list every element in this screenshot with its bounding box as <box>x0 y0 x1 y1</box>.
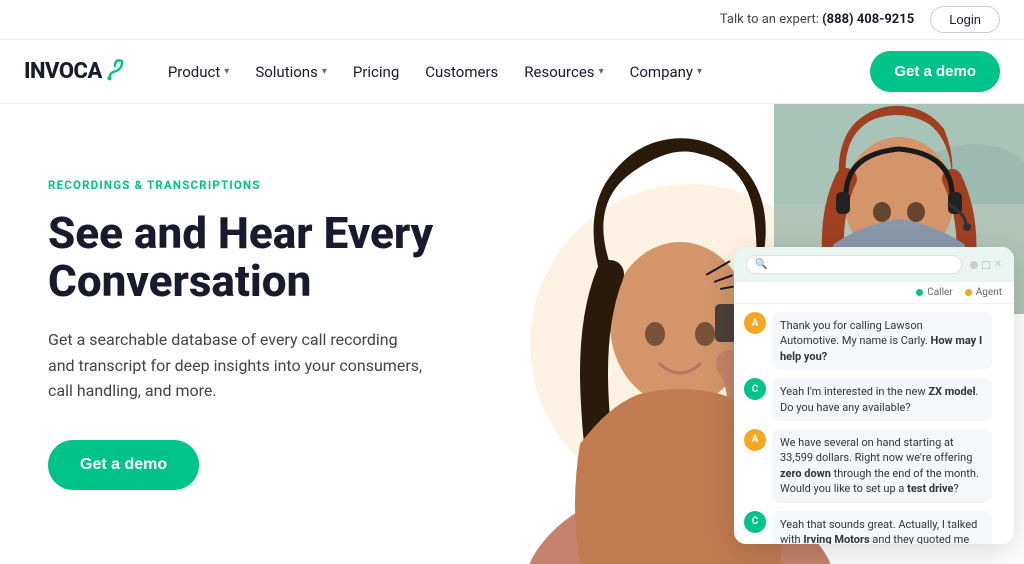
chat-message-3: A We have several on hand starting at 33… <box>744 429 1004 503</box>
logo[interactable]: INVOCA <box>24 59 126 84</box>
agent-legend: Agent <box>965 287 1002 298</box>
agent-avatar: A <box>744 312 766 334</box>
hero-title: See and Hear Every Conversation <box>48 210 460 305</box>
chat-search-bar[interactable]: 🔍 <box>746 255 962 274</box>
nav-items: Product ▾ Solutions ▾ Pricing Customers … <box>158 57 870 87</box>
chat-message-2: C Yeah I'm interested in the new ZX mode… <box>744 378 1004 421</box>
agent-avatar-2: A <box>744 429 766 451</box>
agent-dot-icon <box>965 289 972 296</box>
chat-window-controls: ✕ <box>970 259 1002 270</box>
login-button[interactable]: Login <box>930 6 1000 33</box>
chat-bubble-3: We have several on hand starting at 33,5… <box>772 429 992 503</box>
logo-icon <box>104 59 126 81</box>
recordings-label: RECORDINGS & TRANSCRIPTIONS <box>48 178 460 192</box>
window-dot-icon <box>970 261 978 269</box>
chevron-down-icon: ▾ <box>224 66 229 77</box>
window-square-icon <box>982 261 990 269</box>
caller-avatar-2: C <box>744 511 766 533</box>
chat-messages: A Thank you for calling Lawson Automotiv… <box>734 304 1014 544</box>
caller-avatar: C <box>744 378 766 400</box>
motion-lines-decoration <box>706 274 734 295</box>
nav-item-pricing[interactable]: Pricing <box>343 57 409 87</box>
get-demo-nav-button[interactable]: Get a demo <box>870 51 1000 92</box>
chevron-down-icon: ▾ <box>322 66 327 77</box>
nav-item-solutions[interactable]: Solutions ▾ <box>245 57 337 87</box>
chevron-down-icon: ▾ <box>599 66 604 77</box>
logo-text: INVOCA <box>24 59 102 84</box>
chat-transcript-card: 🔍 ✕ Caller Agent <box>734 247 1014 544</box>
chat-bubble-2: Yeah I'm interested in the new ZX model.… <box>772 378 992 421</box>
hero-left: RECORDINGS & TRANSCRIPTIONS See and Hear… <box>0 104 500 564</box>
nav-item-customers[interactable]: Customers <box>415 57 508 87</box>
window-close-icon: ✕ <box>994 259 1002 270</box>
chat-bubble-4: Yeah that sounds great. Actually, I talk… <box>772 511 992 544</box>
nav-item-resources[interactable]: Resources ▾ <box>514 57 613 87</box>
hero-description: Get a searchable database of every call … <box>48 327 428 404</box>
caller-legend: Caller <box>916 287 953 298</box>
chevron-down-icon: ▾ <box>697 66 702 77</box>
nav-item-company[interactable]: Company ▾ <box>620 57 712 87</box>
chat-bubble-1: Thank you for calling Lawson Automotive.… <box>772 312 992 370</box>
chat-message-4: C Yeah that sounds great. Actually, I ta… <box>744 511 1004 544</box>
chat-card-header: 🔍 ✕ <box>734 247 1014 282</box>
phone-number: (888) 408-9215 <box>822 12 914 27</box>
search-icon: 🔍 <box>755 259 767 270</box>
main-nav: INVOCA Product ▾ Solutions ▾ Pricing Cus… <box>0 40 1024 104</box>
nav-item-product[interactable]: Product ▾ <box>158 57 239 87</box>
top-bar: Talk to an expert: (888) 408-9215 Login <box>0 0 1024 40</box>
hero-right: 🔍 ✕ Caller Agent <box>500 104 1024 564</box>
chat-message-1: A Thank you for calling Lawson Automotiv… <box>744 312 1004 370</box>
caller-dot-icon <box>916 289 923 296</box>
get-demo-hero-button[interactable]: Get a demo <box>48 440 199 490</box>
hero-section: RECORDINGS & TRANSCRIPTIONS See and Hear… <box>0 104 1024 564</box>
expert-text: Talk to an expert: (888) 408-9215 <box>720 12 914 27</box>
chat-legend: Caller Agent <box>734 282 1014 304</box>
